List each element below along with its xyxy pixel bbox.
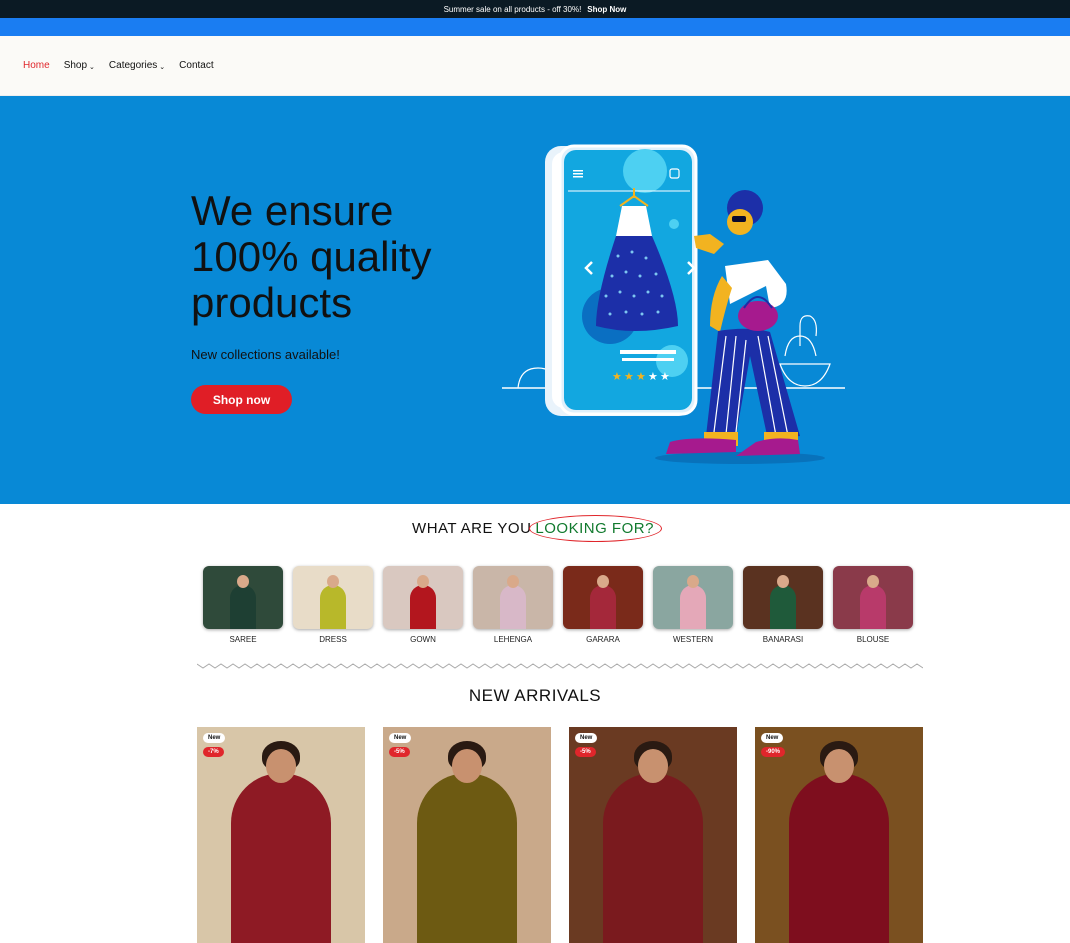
new-badge: New xyxy=(575,733,598,743)
nav-categories[interactable]: Categories ⌄ xyxy=(109,60,165,71)
accent-strip xyxy=(0,18,1070,36)
category-model xyxy=(500,585,526,629)
nav-shop[interactable]: Shop ⌄ xyxy=(64,60,95,71)
chevron-down-icon: ⌄ xyxy=(89,63,95,71)
category-label: SAREE xyxy=(229,635,257,644)
hamburger-icon xyxy=(573,170,583,172)
product-model-face xyxy=(452,749,482,783)
product-garment xyxy=(789,773,889,943)
hero-title-line: products xyxy=(191,279,353,326)
category-thumbnail xyxy=(743,566,823,629)
category-model xyxy=(230,585,256,629)
category-model-head xyxy=(507,575,519,588)
category-label: BLOUSE xyxy=(856,635,890,644)
product-model-face xyxy=(824,749,854,783)
svg-text:★: ★ xyxy=(624,370,634,383)
category-model-head xyxy=(867,575,879,588)
nav-categories-label: Categories xyxy=(108,60,158,71)
product-card[interactable]: New -90% xyxy=(755,727,923,943)
product-model-face xyxy=(638,749,668,783)
category-label: LEHENGA xyxy=(493,635,533,644)
category-model-head xyxy=(777,575,789,588)
category-item[interactable]: GOWN xyxy=(383,566,463,644)
category-thumbnail xyxy=(293,566,373,629)
product-garment xyxy=(231,773,331,943)
svg-text:★: ★ xyxy=(660,370,670,383)
category-item[interactable]: LEHENGA xyxy=(473,566,553,644)
looking-for-heading: WHAT ARE YOU LOOKING FOR? xyxy=(0,515,1070,542)
discount-badge: -90% xyxy=(761,747,786,757)
product-grid: New -7% New -5% New -5% New -90% xyxy=(197,727,923,943)
hero-banner: We ensure 100% quality products New coll… xyxy=(0,96,1070,504)
product-card[interactable]: New -7% xyxy=(197,727,365,943)
discount-badge: -7% xyxy=(203,747,224,757)
category-list: SAREE DRESS GOWN LEHENGA GARARA WESTERN BANARA… xyxy=(203,566,913,644)
category-item[interactable]: WESTERN xyxy=(653,566,733,644)
shopping-illustration: ★ ★ ★ ★ ★ xyxy=(502,144,845,464)
hero-title: We ensure 100% quality products xyxy=(191,188,491,326)
category-model-head xyxy=(687,575,699,588)
svg-text:★: ★ xyxy=(612,370,622,383)
product-garment xyxy=(417,773,517,943)
looking-highlight: LOOKING FOR? xyxy=(529,515,662,542)
category-model xyxy=(410,585,436,629)
category-label: BANARASI xyxy=(762,635,804,644)
category-thumbnail xyxy=(383,566,463,629)
hero-title-line: 100% quality xyxy=(191,233,432,280)
product-card[interactable]: New -5% xyxy=(569,727,737,943)
nav-home-label: Home xyxy=(23,60,50,71)
category-model xyxy=(590,585,616,629)
category-label: GOWN xyxy=(410,635,436,644)
category-model xyxy=(770,585,796,629)
category-item[interactable]: DRESS xyxy=(293,566,373,644)
category-model xyxy=(860,585,886,629)
new-badge: New xyxy=(203,733,226,743)
category-item[interactable]: GARARA xyxy=(563,566,643,644)
category-label: GARARA xyxy=(586,635,620,644)
category-model-head xyxy=(237,575,249,588)
category-thumbnail xyxy=(833,566,913,629)
discount-badge: -5% xyxy=(575,747,596,757)
category-model-head xyxy=(417,575,429,588)
new-badge: New xyxy=(761,733,784,743)
looking-prefix: WHAT ARE YOU xyxy=(412,520,532,537)
chevron-down-icon: ⌄ xyxy=(159,63,166,71)
category-model-head xyxy=(327,575,339,588)
svg-text:★: ★ xyxy=(636,370,646,383)
category-model xyxy=(320,585,346,629)
main-nav: Home Shop ⌄ Categories ⌄ Contact xyxy=(0,36,1070,96)
nav-contact[interactable]: Contact xyxy=(179,60,213,71)
product-card[interactable]: New -5% xyxy=(383,727,551,943)
nav-home[interactable]: Home xyxy=(23,60,50,71)
nav-contact-label: Contact xyxy=(179,60,214,71)
category-label: DRESS xyxy=(319,635,347,644)
category-item[interactable]: BANARASI xyxy=(743,566,823,644)
product-garment xyxy=(603,773,703,943)
hero-title-line: We ensure xyxy=(191,187,394,234)
svg-text:★: ★ xyxy=(648,370,658,383)
new-badge: New xyxy=(389,733,412,743)
zigzag-divider xyxy=(197,663,923,669)
announcement-bar: Summer sale on all products - off 30%! S… xyxy=(0,0,1070,18)
category-thumbnail xyxy=(563,566,643,629)
discount-badge: -5% xyxy=(389,747,410,757)
shop-now-button[interactable]: Shop now xyxy=(191,385,292,414)
hero-subtitle: New collections available! xyxy=(191,347,340,362)
category-label: WESTERN xyxy=(673,635,713,644)
category-item[interactable]: BLOUSE xyxy=(833,566,913,644)
category-thumbnail xyxy=(653,566,733,629)
category-thumbnail xyxy=(473,566,553,629)
new-arrivals-title: NEW ARRIVALS xyxy=(468,686,602,705)
product-model-face xyxy=(266,749,296,783)
category-thumbnail xyxy=(203,566,283,629)
category-item[interactable]: SAREE xyxy=(203,566,283,644)
category-model xyxy=(680,585,706,629)
category-model-head xyxy=(597,575,609,588)
announcement-text: Summer sale on all products - off 30%! xyxy=(443,4,582,14)
shop-now-link[interactable]: Shop Now xyxy=(587,5,626,14)
nav-shop-label: Shop xyxy=(63,60,88,71)
